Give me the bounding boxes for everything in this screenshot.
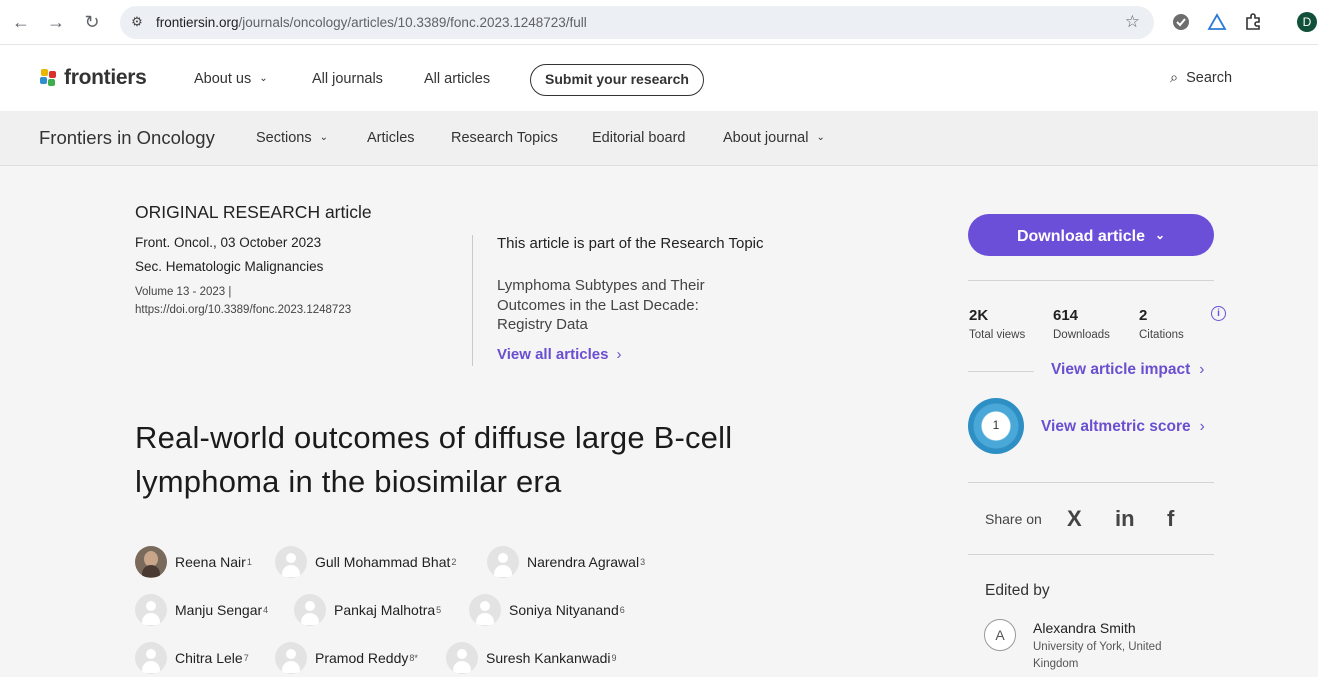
divider — [968, 371, 1034, 372]
chevron-down-icon: ⌄ — [259, 73, 268, 84]
chevron-down-icon: ⌄ — [816, 132, 825, 143]
nav-about-journal[interactable]: About journal ⌄ — [723, 130, 825, 146]
download-article-button[interactable]: Download article ⌄ — [968, 214, 1214, 256]
reload-icon[interactable]: ↻ — [81, 11, 103, 33]
address-bar[interactable]: ⚙ frontiersin.org/journals/oncology/arti… — [120, 6, 1154, 39]
puzzle-icon[interactable] — [1243, 12, 1263, 32]
altmetric-badge-icon[interactable]: 1 — [968, 398, 1024, 454]
author-avatar — [275, 546, 307, 578]
stat-label: Downloads — [1053, 329, 1110, 341]
info-icon[interactable]: i — [1211, 306, 1226, 321]
author-item[interactable]: Pramod Reddy 8* — [275, 642, 418, 674]
view-article-impact-link[interactable]: View article impact › — [1051, 361, 1204, 379]
author-item[interactable]: Soniya Nityanand 6 — [469, 594, 625, 626]
journal-name[interactable]: Frontiers in Oncology — [39, 127, 215, 149]
frontiers-logo[interactable]: frontiers — [39, 66, 147, 90]
editor-affiliation: University of York, United Kingdom — [1033, 641, 1162, 670]
author-avatar — [446, 642, 478, 674]
nav-articles[interactable]: Articles — [367, 130, 415, 146]
frontiers-logo-mark-icon — [40, 69, 56, 86]
author-avatar — [487, 546, 519, 578]
stat-value: 2K — [969, 307, 989, 324]
article-citation: Front. Oncol., 03 October 2023 — [135, 235, 322, 250]
chevron-right-icon: › — [616, 346, 622, 363]
author-item[interactable]: Pankaj Malhotra 5 — [294, 594, 441, 626]
divider — [968, 482, 1214, 483]
chevron-right-icon: › — [1199, 418, 1205, 435]
author-avatar — [135, 546, 167, 578]
bookmark-star-icon[interactable]: ☆ — [1125, 12, 1140, 32]
stat-label: Total views — [969, 329, 1026, 341]
editor-avatar: A — [984, 619, 1016, 651]
forward-arrow-icon[interactable]: → — [45, 11, 67, 33]
nav-about-us[interactable]: About us ⌄ — [194, 71, 268, 87]
browser-toolbar: ← → ↻ ⚙ frontiersin.org/journals/oncolog… — [0, 0, 1318, 45]
journal-nav-bar: Frontiers in Oncology Sections ⌄ Articles… — [0, 111, 1318, 166]
site-header: frontiers About us ⌄ All journals All art… — [0, 45, 1318, 111]
chevron-down-icon: ⌄ — [1154, 228, 1166, 242]
nav-research-topics[interactable]: Research Topics — [451, 130, 558, 146]
article-volume: Volume 13 - 2023 | — [135, 286, 232, 298]
divider — [968, 280, 1214, 281]
author-avatar — [275, 642, 307, 674]
stat-value: 2 — [1139, 307, 1148, 324]
back-arrow-icon[interactable]: ← — [10, 11, 32, 33]
meta-divider — [472, 235, 473, 366]
view-all-articles-link[interactable]: View all articles › — [497, 346, 621, 363]
article-doi[interactable]: https://doi.org/10.3389/fonc.2023.124872… — [135, 301, 351, 319]
author-item[interactable]: Narendra Agrawal 3 — [487, 546, 645, 578]
search-button[interactable]: ⌕ Search — [1170, 70, 1232, 86]
edited-by-heading: Edited by — [985, 582, 1050, 599]
share-label: Share on — [985, 511, 1042, 527]
research-topic-intro: This article is part of the Research Top… — [497, 235, 764, 252]
nav-editorial-board[interactable]: Editorial board — [592, 130, 686, 146]
profile-avatar[interactable]: D — [1297, 12, 1317, 32]
divider — [968, 554, 1214, 555]
stat-label: Citations — [1139, 329, 1184, 341]
x-twitter-icon[interactable]: X — [1067, 506, 1082, 532]
chevron-down-icon: ⌄ — [319, 132, 329, 143]
article-type: ORIGINAL RESEARCH article — [135, 202, 372, 222]
article-volume-doi: Volume 13 - 2023 | https://doi.org/10.33… — [135, 283, 351, 319]
nav-all-articles[interactable]: All articles — [424, 71, 490, 87]
nav-sections[interactable]: Sections ⌄ — [256, 130, 328, 146]
facebook-icon[interactable]: f — [1167, 506, 1174, 532]
author-avatar — [135, 594, 167, 626]
author-item[interactable]: Chitra Lele 7 — [135, 642, 249, 674]
author-avatar — [469, 594, 501, 626]
author-item[interactable]: Gull Mohammad Bhat 2 — [275, 546, 456, 578]
linkedin-icon[interactable]: in — [1115, 506, 1135, 532]
author-item[interactable]: Manju Sengar 4 — [135, 594, 268, 626]
extension-icon[interactable] — [1171, 12, 1191, 32]
author-item[interactable]: Reena Nair 1 — [135, 546, 252, 578]
chevron-right-icon: › — [1199, 361, 1205, 378]
url-text[interactable]: frontiersin.org/journals/oncology/articl… — [156, 15, 587, 30]
article-title: Real-world outcomes of diffuse large B-c… — [135, 420, 733, 499]
site-info-icon[interactable]: ⚙ — [128, 13, 146, 31]
search-icon: ⌕ — [1170, 70, 1179, 86]
submit-research-button[interactable]: Submit your research — [530, 64, 704, 96]
author-item[interactable]: Suresh Kankanwadi 9 — [446, 642, 617, 674]
research-topic-name[interactable]: Lymphoma Subtypes and Their Outcomes in … — [497, 276, 747, 335]
stat-value: 614 — [1053, 307, 1079, 324]
drive-icon[interactable] — [1207, 12, 1227, 32]
view-altmetric-score-link[interactable]: View altmetric score › — [1041, 418, 1205, 436]
author-avatar — [135, 642, 167, 674]
editor-name[interactable]: Alexandra Smith — [1033, 620, 1136, 636]
nav-all-journals[interactable]: All journals — [312, 71, 383, 87]
article-section[interactable]: Sec. Hematologic Malignancies — [135, 259, 323, 274]
author-avatar — [294, 594, 326, 626]
